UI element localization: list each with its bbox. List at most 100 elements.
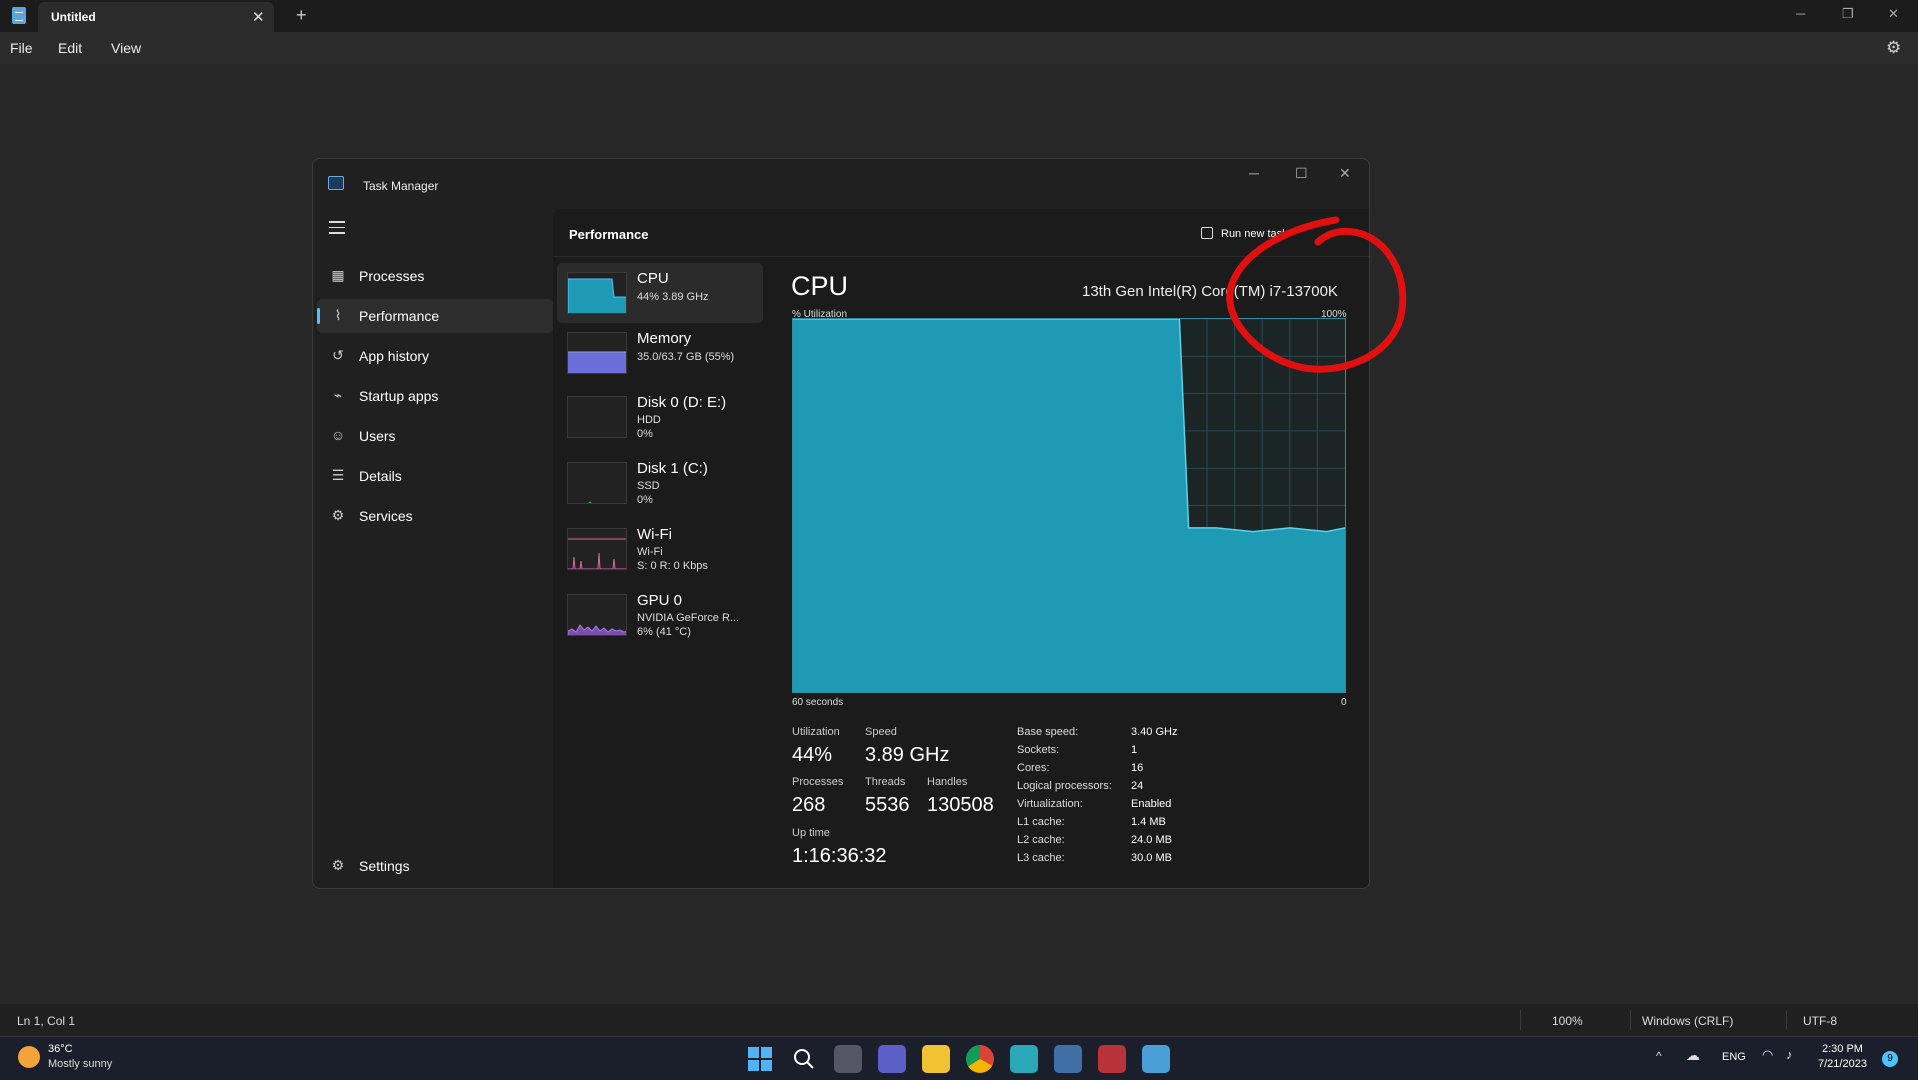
- gpu-thumbnail: [567, 594, 627, 636]
- file-explorer-icon[interactable]: [922, 1045, 950, 1073]
- tm-maximize-button[interactable]: ☐: [1295, 165, 1308, 182]
- task-manager-taskbar-icon[interactable]: [1054, 1045, 1082, 1073]
- processes-icon: ▦: [331, 267, 345, 283]
- spec-key: Logical processors:: [1017, 780, 1112, 792]
- spec-value: 24.0 MB: [1131, 834, 1172, 846]
- nav-details[interactable]: ☰ Details: [317, 459, 553, 493]
- snipping-tool-icon[interactable]: [1098, 1045, 1126, 1073]
- startup-icon: ⌁: [333, 387, 343, 403]
- weather-desc[interactable]: Mostly sunny: [48, 1058, 112, 1070]
- minimize-button[interactable]: ─: [1796, 6, 1805, 21]
- more-options-icon[interactable]: ⋯: [1333, 223, 1347, 240]
- notepad-taskbar-icon[interactable]: [1142, 1045, 1170, 1073]
- spec-key: Cores:: [1017, 762, 1050, 774]
- start-windows-icon[interactable]: [746, 1045, 774, 1073]
- uptime-label: Up time: [792, 827, 830, 839]
- navigation-pane: ▦ Processes ⌇ Performance ↺ App history …: [313, 209, 553, 888]
- teams-chat-icon[interactable]: [878, 1045, 906, 1073]
- app-3-icon[interactable]: [1010, 1045, 1038, 1073]
- nav-services[interactable]: ⚙ Services: [317, 499, 553, 533]
- tab-untitled[interactable]: Untitled ✕: [38, 2, 274, 32]
- nav-app-history[interactable]: ↺ App history: [317, 339, 553, 373]
- threads-label: Threads: [865, 776, 906, 788]
- device-disk-0[interactable]: Disk 0 (D: E:) HDD 0%: [557, 387, 763, 447]
- x-axis-right-label: 0: [1341, 697, 1347, 708]
- device-disk-1[interactable]: Disk 1 (C:) SSD 0%: [557, 453, 763, 513]
- page-title: Performance: [569, 227, 649, 242]
- spec-key: Base speed:: [1017, 726, 1079, 738]
- spec-value: Enabled: [1131, 798, 1172, 810]
- notification-badge[interactable]: 9: [1882, 1051, 1898, 1067]
- disk0-thumbnail: [567, 396, 627, 438]
- services-icon: ⚙: [331, 507, 345, 523]
- weather-temp[interactable]: 36°C: [48, 1043, 73, 1055]
- volume-icon[interactable]: ♪: [1786, 1047, 1793, 1062]
- history-icon: ↺: [332, 347, 344, 363]
- device-wifi[interactable]: Wi-Fi Wi-Fi S: 0 R: 0 Kbps: [557, 519, 763, 579]
- run-new-task-button[interactable]: Run new task: [1201, 227, 1288, 240]
- tm-minimize-button[interactable]: ─: [1249, 165, 1259, 181]
- menu-edit[interactable]: Edit: [58, 40, 82, 56]
- clock-time[interactable]: 2:30 PM: [1822, 1043, 1863, 1055]
- hamburger-menu-icon[interactable]: [329, 221, 345, 238]
- nav-users[interactable]: ☺ Users: [317, 419, 553, 453]
- window-title: Task Manager: [363, 179, 439, 193]
- spec-key: L1 cache:: [1017, 816, 1065, 828]
- users-icon: ☺: [330, 427, 346, 443]
- cpu-heading: CPU: [791, 271, 849, 301]
- spec-key: L2 cache:: [1017, 834, 1065, 846]
- notepad-icon: [12, 7, 26, 24]
- performance-page: Performance Run new task ⋯ CPU 44% 3.89 …: [553, 209, 1369, 888]
- settings-gear-icon[interactable]: ⚙: [1886, 38, 1901, 58]
- new-tab-button[interactable]: +: [296, 5, 307, 26]
- task-view-icon[interactable]: [834, 1045, 862, 1073]
- speed-value: 3.89 GHz: [865, 744, 950, 766]
- notepad-menubar: File Edit View ⚙: [0, 32, 1918, 64]
- device-cpu[interactable]: CPU 44% 3.89 GHz: [557, 263, 763, 323]
- page-header: Performance Run new task ⋯: [553, 209, 1369, 257]
- wifi-icon[interactable]: ◠: [1762, 1047, 1773, 1063]
- run-task-icon: [1201, 227, 1213, 239]
- spec-key: Sockets:: [1017, 744, 1060, 756]
- cpu-utilization-graph: [792, 318, 1346, 693]
- settings-icon: ⚙: [331, 857, 345, 873]
- language-indicator[interactable]: ENG: [1722, 1051, 1746, 1063]
- task-manager-titlebar: Task Manager ─ ☐ ✕: [313, 159, 1369, 209]
- chrome-icon[interactable]: [966, 1045, 994, 1073]
- close-tab-icon[interactable]: ✕: [252, 8, 265, 26]
- nav-performance[interactable]: ⌇ Performance: [317, 299, 553, 333]
- nav-startup-apps[interactable]: ⌁ Startup apps: [317, 379, 553, 413]
- handles-label: Handles: [927, 776, 968, 788]
- utilization-label: Utilization: [792, 726, 840, 738]
- close-window-button[interactable]: ✕: [1888, 6, 1899, 22]
- restore-button[interactable]: ❐: [1842, 6, 1854, 22]
- menu-view[interactable]: View: [111, 40, 141, 56]
- line-ending[interactable]: Windows (CRLF): [1642, 1014, 1733, 1028]
- search-icon[interactable]: [790, 1045, 818, 1073]
- details-icon: ☰: [331, 467, 345, 483]
- wifi-thumbnail: [567, 528, 627, 570]
- processes-label: Processes: [792, 776, 844, 788]
- device-gpu-0[interactable]: GPU 0 NVIDIA GeForce R... 6% (41 °C): [557, 585, 763, 645]
- spec-value: 24: [1131, 780, 1144, 792]
- divider: [1630, 1010, 1631, 1030]
- divider: [1520, 1010, 1521, 1030]
- memory-thumbnail: [567, 332, 627, 374]
- encoding[interactable]: UTF-8: [1803, 1014, 1837, 1028]
- spec-value: 30.0 MB: [1131, 852, 1172, 864]
- onedrive-cloud-icon[interactable]: ☁: [1686, 1047, 1700, 1064]
- weather-sun-icon[interactable]: [18, 1046, 40, 1068]
- cursor-position: Ln 1, Col 1: [17, 1014, 76, 1028]
- cpu-thumbnail: [567, 272, 627, 314]
- menu-file[interactable]: File: [10, 40, 33, 56]
- nav-processes[interactable]: ▦ Processes: [317, 259, 553, 293]
- device-memory[interactable]: Memory 35.0/63.7 GB (55%): [557, 323, 763, 383]
- tm-close-button[interactable]: ✕: [1339, 165, 1351, 182]
- clock-date[interactable]: 7/21/2023: [1818, 1058, 1867, 1070]
- processes-value: 268: [792, 794, 826, 816]
- chevron-up-icon[interactable]: ^: [1656, 1049, 1662, 1063]
- notepad-titlebar: Untitled ✕ + ─ ❐ ✕: [0, 0, 1918, 32]
- zoom-level[interactable]: 100%: [1552, 1014, 1583, 1028]
- x-axis-left-label: 60 seconds: [792, 697, 844, 708]
- nav-settings[interactable]: ⚙ Settings: [317, 849, 553, 883]
